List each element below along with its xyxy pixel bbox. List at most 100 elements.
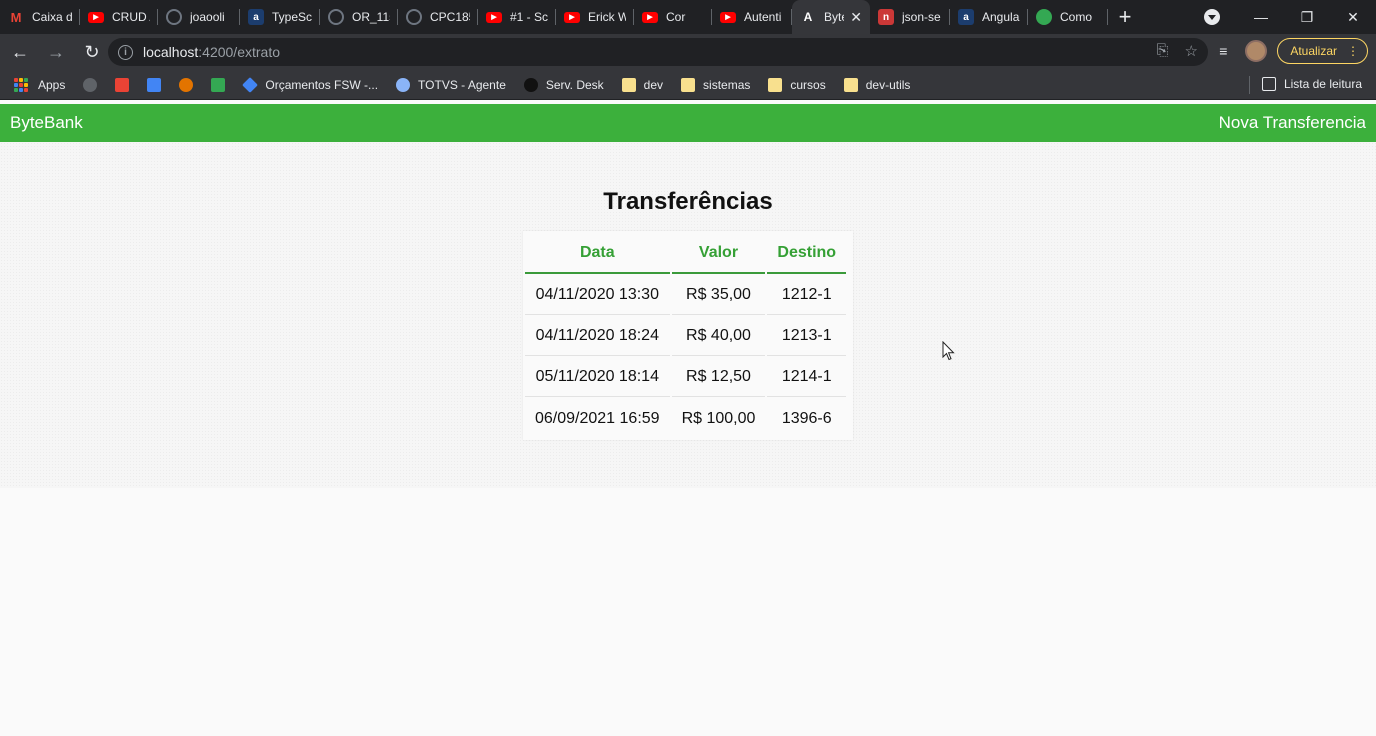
- browser-icon: [179, 77, 194, 92]
- reading-list-icon: [1261, 77, 1276, 91]
- browser-tab[interactable]: Como: [1028, 0, 1108, 34]
- reload-button[interactable]: ↻: [76, 36, 108, 68]
- angular-icon: A: [803, 10, 813, 24]
- browser-tab[interactable]: joaooli: [158, 0, 240, 34]
- table-row: 05/11/2020 18:14 R$ 12,50 1214-1: [525, 358, 847, 397]
- bookmark-item[interactable]: Serv. Desk: [523, 77, 604, 92]
- tab-title: CPC185: [430, 10, 470, 24]
- bookmark-item[interactable]: [147, 77, 162, 92]
- browser-tab[interactable]: M Caixa d: [0, 0, 80, 34]
- bookmark-item[interactable]: dev: [621, 77, 664, 92]
- table-row: 06/09/2021 16:59 R$ 100,00 1396-6: [525, 399, 846, 438]
- url-path: :4200/extrato: [198, 44, 280, 60]
- table-body: 04/11/2020 13:30 R$ 35,00 1212-1 04/11/2020…: [525, 276, 847, 438]
- tab-title: Cor: [666, 10, 686, 24]
- bookmarks-bar: Apps Orçamentos FSW -... TOTVS - Agente Ser…: [0, 70, 1376, 100]
- browser-tab[interactable]: OR_115: [320, 0, 398, 34]
- browser-tab[interactable]: ▶ #1 - Sc: [478, 0, 556, 34]
- translate-icon[interactable]: ⎘: [1157, 42, 1169, 60]
- bookmark-item[interactable]: cursos: [768, 77, 826, 92]
- address-bar[interactable]: i localhost:4200/extrato ⎘ ☆: [108, 38, 1208, 66]
- profile-avatar[interactable]: [1245, 40, 1268, 62]
- tab-title: json-se: [902, 10, 941, 24]
- browser-tab[interactable]: ▶ Erick W: [556, 0, 634, 34]
- tab-title: Caixa d: [32, 10, 72, 24]
- tab-title: Erick W: [588, 10, 626, 24]
- bookmark-item[interactable]: [115, 77, 130, 92]
- globe-icon: [1036, 9, 1052, 25]
- tab-title: Byte: [824, 10, 844, 24]
- tab-title: #1 - Sc: [510, 10, 548, 24]
- bookmark-item[interactable]: Apps: [14, 77, 65, 92]
- back-button[interactable]: ←: [4, 36, 36, 68]
- diamond-icon: [242, 76, 259, 93]
- tab-strip: M Caixa d ▶ CRUD A joaooli a TypeSc OR_115 CPC18…: [0, 0, 1376, 34]
- browser-tab[interactable]: ▶ Autenti: [712, 0, 792, 34]
- browser-tab[interactable]: CPC185: [398, 0, 478, 34]
- close-tab-icon[interactable]: ✕: [850, 9, 862, 26]
- bookmark-label: dev: [643, 77, 664, 92]
- new-tab-button[interactable]: +: [1108, 0, 1142, 34]
- bookmark-label: sistemas: [703, 77, 751, 92]
- mouse-cursor-icon: [942, 341, 955, 361]
- table-cell-destino: 1214-1: [767, 358, 847, 397]
- bookmark-item[interactable]: Orçamentos FSW -...: [242, 76, 379, 93]
- browser-tab[interactable]: ▶ Cor: [634, 0, 712, 34]
- folder-icon: [681, 77, 696, 92]
- site-info-icon[interactable]: i: [118, 44, 133, 60]
- browser-tab[interactable]: a Angula: [950, 0, 1028, 34]
- browser-tab[interactable]: A Byte ✕: [792, 0, 870, 34]
- bookmark-list: Apps Orçamentos FSW -... TOTVS - Agente Ser…: [14, 76, 928, 93]
- bookmark-item[interactable]: [211, 77, 226, 92]
- bookmark-label: Orçamentos FSW -...: [265, 77, 379, 92]
- tab-title: OR_115: [352, 10, 390, 24]
- folder-icon: [843, 77, 858, 92]
- chat-icon: [211, 77, 226, 92]
- reading-list-button[interactable]: Lista de leitura: [1261, 77, 1362, 91]
- gmail-icon: [115, 77, 130, 92]
- bookmark-item[interactable]: sistemas: [681, 77, 751, 92]
- table-row: 04/11/2020 18:24 R$ 40,00 1213-1: [525, 317, 847, 356]
- forward-button[interactable]: →: [40, 36, 72, 68]
- nova-transferencia-link[interactable]: Nova Transferencia: [1219, 113, 1366, 133]
- table-cell-data: 04/11/2020 18:24: [525, 317, 670, 356]
- folder-icon: [768, 77, 783, 92]
- youtube-icon: ▶: [642, 11, 658, 23]
- youtube-icon: ▶: [564, 11, 580, 23]
- bookmark-label: Serv. Desk: [545, 77, 604, 92]
- table-cell-valor: R$ 12,50: [671, 358, 766, 397]
- tab-title: TypeSc: [272, 10, 312, 24]
- bookmark-label: dev-utils: [865, 77, 911, 92]
- table-cell-valor: R$ 40,00: [671, 317, 766, 356]
- table-cell-valor: R$ 35,00: [671, 276, 766, 315]
- app-header: ByteBank Nova Transferencia: [0, 104, 1376, 142]
- tab-title: joaooli: [190, 10, 225, 24]
- restore-button[interactable]: ❐: [1284, 0, 1330, 34]
- table-cell-destino: 1212-1: [767, 276, 847, 315]
- bookmark-item[interactable]: [179, 77, 194, 92]
- table-cell-data: 04/11/2020 13:30: [525, 276, 670, 315]
- circle-icon: [83, 77, 98, 92]
- browser-tab[interactable]: a TypeSc: [240, 0, 320, 34]
- bookmark-item[interactable]: TOTVS - Agente: [396, 77, 506, 92]
- column-header-data: Data: [525, 233, 670, 274]
- bookmark-item[interactable]: dev-utils: [843, 77, 911, 92]
- table-header-row: Data Valor Destino: [525, 233, 847, 274]
- github-icon: [166, 9, 182, 25]
- bookmark-star-icon[interactable]: ☆: [1185, 42, 1198, 60]
- media-control-icon[interactable]: ≡: [1211, 39, 1235, 63]
- column-header-valor: Valor: [671, 233, 766, 274]
- update-button[interactable]: Atualizar ⋮: [1277, 38, 1368, 64]
- table-cell-destino: 1396-6: [781, 409, 832, 427]
- browser-toolbar: ← → ↻ i localhost:4200/extrato ⎘ ☆ ≡ Atu…: [0, 34, 1376, 70]
- close-window-button[interactable]: ✕: [1330, 0, 1376, 34]
- browser-tab[interactable]: ▶ CRUD A: [80, 0, 158, 34]
- brand-link[interactable]: ByteBank: [10, 113, 83, 133]
- menu-dots-icon: ⋮: [1347, 44, 1359, 58]
- minimize-button[interactable]: —: [1238, 0, 1284, 34]
- browser-tab[interactable]: n json-se: [870, 0, 950, 34]
- bookmark-item[interactable]: [83, 77, 98, 92]
- tab-title: Autenti: [744, 10, 782, 24]
- tab-search-icon[interactable]: [1204, 9, 1220, 25]
- globe-icon: [396, 77, 411, 92]
